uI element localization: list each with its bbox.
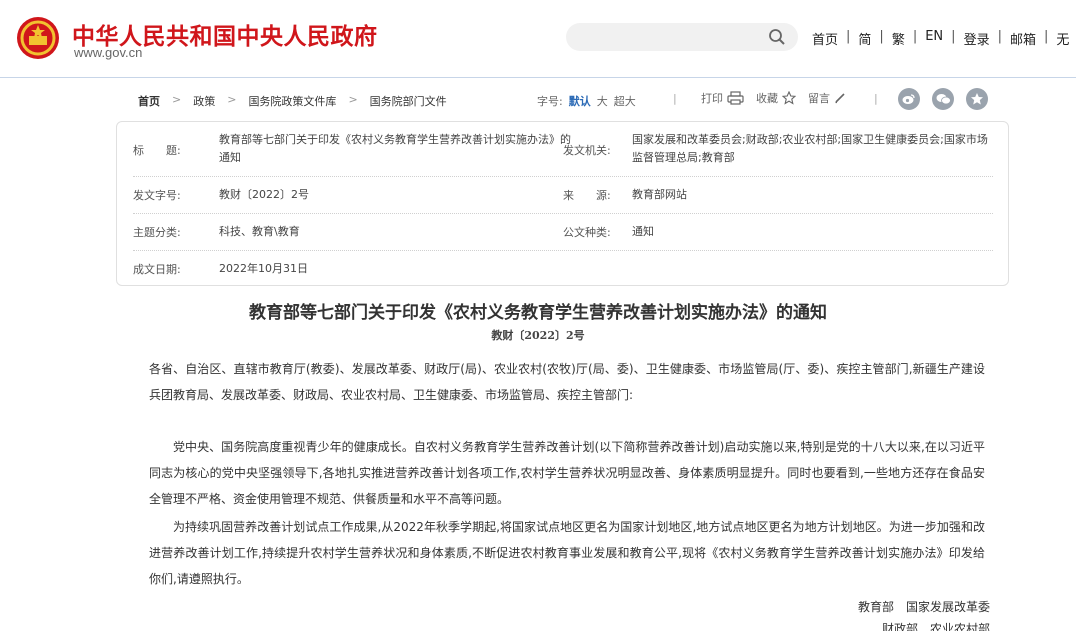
article-toolbar: 首页 > 政策 > 国务院政策文件库 > 国务院部门文件 字号: 默认 大 超大…	[0, 80, 1076, 118]
site-header: 中华人民共和国中央人民政府 www.gov.cn 首页 | 简 | 繁 | EN…	[0, 0, 1076, 78]
nav-english[interactable]: EN	[925, 29, 943, 48]
search-box	[566, 23, 798, 51]
national-emblem-icon[interactable]	[15, 16, 61, 60]
date-label: 成文日期:	[133, 263, 181, 276]
star-icon	[782, 91, 796, 105]
title-value: 教育部等七部门关于印发《农村义务教育学生营养改善计划实施办法》的通知	[219, 133, 571, 164]
article-signatory: 教育部 国家发展改革委	[857, 600, 990, 614]
issuer-label: 发文机关:	[563, 144, 611, 157]
document-info-table: 标 题: 教育部等七部门关于印发《农村义务教育学生营养改善计划实施办法》的通知 …	[116, 121, 1009, 286]
article-paragraph: 党中央、国务院高度重视青少年的健康成长。自农村义务教育学生营养改善计划(以下简称…	[149, 440, 985, 506]
nav-separator: |	[912, 29, 918, 44]
info-row: 发文字号: 教财〔2022〕2号 来 源: 教育部网站	[133, 177, 993, 214]
topic-value: 科技、教育\教育	[219, 225, 300, 238]
toolbar-divider: |	[673, 92, 677, 105]
article-addressees: 各省、自治区、直辖市教育厅(教委)、发展改革委、财政厅(局)、农业农村(农牧)厅…	[149, 362, 985, 402]
info-row: 成文日期: 2022年10月31日	[133, 251, 993, 286]
chevron-right-icon: >	[227, 93, 237, 106]
font-size-control: 字号: 默认 大 超大	[537, 93, 636, 109]
font-size-label: 字号:	[537, 95, 563, 108]
page-tools: 打印 收藏 留言	[701, 90, 858, 106]
title-label: 标 题:	[133, 144, 181, 157]
site-url[interactable]: www.gov.cn	[74, 45, 142, 60]
nav-traditional[interactable]: 繁	[892, 29, 905, 48]
info-row: 主题分类: 科技、教育\教育 公文种类: 通知	[133, 214, 993, 251]
search-input[interactable]	[578, 27, 758, 47]
qzone-icon[interactable]	[966, 88, 988, 110]
issuer-value: 国家发展和改革委员会;财政部;农业农村部;国家卫生健康委员会;国家市场监督管理总…	[632, 133, 988, 164]
chevron-right-icon: >	[172, 93, 182, 106]
nav-separator: |	[951, 29, 956, 44]
print-button[interactable]: 打印	[701, 90, 744, 106]
nav-mail[interactable]: 邮箱	[1010, 29, 1036, 48]
date-value: 2022年10月31日	[219, 262, 308, 275]
print-label: 打印	[701, 92, 723, 105]
toolbar-divider: |	[874, 92, 878, 105]
source-value: 教育部网站	[632, 188, 687, 201]
article-doc-number: 教财〔2022〕2号	[491, 329, 585, 342]
article-signatory: 财政部 农业农村部	[881, 622, 990, 631]
comment-button[interactable]: 留言	[808, 90, 846, 106]
nav-accessibility[interactable]: 无	[1056, 29, 1069, 48]
printer-icon	[727, 91, 744, 105]
wechat-icon[interactable]	[932, 88, 954, 110]
docno-value: 教财〔2022〕2号	[219, 188, 309, 201]
weibo-icon[interactable]	[898, 88, 920, 110]
comment-label: 留言	[808, 92, 830, 105]
breadcrumb: 首页 > 政策 > 国务院政策文件库 > 国务院部门文件	[138, 93, 447, 109]
breadcrumb-policy[interactable]: 政策	[193, 93, 215, 109]
favorite-button[interactable]: 收藏	[756, 90, 796, 106]
nav-simplified[interactable]: 简	[858, 29, 871, 48]
doc-type-value: 通知	[632, 225, 654, 238]
breadcrumb-home[interactable]: 首页	[138, 93, 160, 109]
article-title: 教育部等七部门关于印发《农村义务教育学生营养改善计划实施办法》的通知	[249, 303, 827, 323]
nav-login[interactable]: 登录	[964, 29, 990, 48]
font-size-xlarge[interactable]: 超大	[614, 93, 636, 109]
docno-label: 发文字号:	[133, 189, 181, 202]
font-size-large[interactable]: 大	[597, 93, 608, 109]
nav-separator: |	[846, 29, 851, 44]
topic-label: 主题分类:	[133, 226, 181, 239]
pencil-icon	[835, 93, 845, 104]
doc-type-label: 公文种类:	[563, 226, 611, 239]
top-nav: 首页 | 简 | 繁 | EN | 登录 | 邮箱 | 无	[812, 29, 1069, 48]
favorite-label: 收藏	[756, 92, 778, 105]
search-icon[interactable]	[768, 28, 786, 46]
font-size-default[interactable]: 默认	[569, 93, 591, 109]
article-paragraph: 为持续巩固营养改善计划试点工作成果,从2022年秋季学期起,将国家试点地区更名为…	[149, 520, 985, 586]
info-row: 标 题: 教育部等七部门关于印发《农村义务教育学生营养改善计划实施办法》的通知 …	[133, 122, 993, 177]
nav-separator: |	[1043, 29, 1049, 44]
breadcrumb-department-docs[interactable]: 国务院部门文件	[370, 93, 447, 109]
nav-separator: |	[879, 29, 884, 44]
share-buttons	[898, 88, 1000, 110]
nav-separator: |	[997, 29, 1002, 44]
source-label: 来 源:	[563, 189, 611, 202]
nav-home[interactable]: 首页	[812, 29, 838, 48]
chevron-right-icon: >	[348, 93, 358, 106]
breadcrumb-policy-library[interactable]: 国务院政策文件库	[248, 93, 336, 109]
